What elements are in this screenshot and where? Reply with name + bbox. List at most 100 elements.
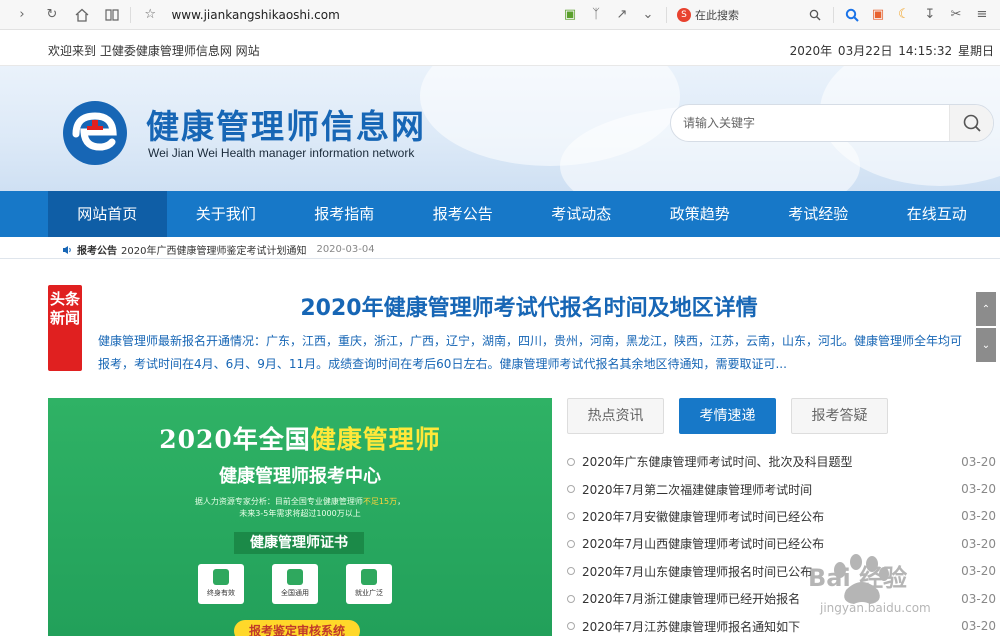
article-title[interactable]: 2020年7月第二次福建健康管理师考试时间 — [582, 481, 812, 498]
article-title[interactable]: 2020年7月浙江健康管理师已经开始报名 — [582, 590, 800, 607]
nav-item[interactable]: 政策趋势 — [641, 191, 760, 237]
news-tab[interactable]: 报考答疑 — [791, 398, 888, 434]
main-nav: 网站首页 关于我们 报考指南 报考公告 考试动态 政策趋势 考试经验 在线互动 — [0, 191, 1000, 237]
article-title[interactable]: 2020年7月山东健康管理师报名时间已公布 — [582, 563, 812, 580]
game-controller-icon[interactable]: ▣ — [870, 7, 886, 23]
download-icon[interactable]: ↧ — [922, 7, 938, 23]
banner-headline: 2020年全国健康管理师 — [48, 420, 552, 456]
banner-card-label: 就业广泛 — [355, 589, 383, 597]
scroll-down-button[interactable]: ⌄ — [976, 328, 996, 362]
banner-headline-prefix: 2020年全国 — [159, 425, 311, 454]
notice-bar: 报考公告 2020年广西健康管理师鉴定考试计划通知 2020-03-04 — [0, 237, 1000, 259]
promo-banner[interactable]: 2020年全国健康管理师 健康管理师报考中心 据人力资源专家分析：目前全国专业健… — [48, 398, 552, 636]
article-item[interactable]: 2020年7月安徽健康管理师考试时间已经公布 03-20 — [567, 503, 1000, 530]
menu-icon[interactable]: ≡ — [974, 7, 990, 23]
news-tab[interactable]: 考情速递 — [679, 398, 776, 434]
banner-note: 据人力资源专家分析：目前全国专业健康管理师不足15万， 未来3-5年需求将超过1… — [194, 497, 406, 518]
article-title[interactable]: 2020年7月安徽健康管理师考试时间已经公布 — [582, 508, 824, 525]
article-list: 2020年广东健康管理师考试时间、批次及科目题型 03-20 2020年7月第二次福… — [567, 448, 1000, 640]
article-date: 03-20 — [961, 454, 996, 469]
reload-icon[interactable]: ↻ — [44, 7, 60, 23]
banner-cards: 终身有效 全国通用 就业广泛 — [198, 564, 392, 604]
blue-search-icon[interactable] — [844, 7, 860, 23]
banner-ribbon: 健康管理师证书 — [234, 532, 364, 554]
article-date: 03-20 — [961, 536, 996, 551]
headline-title[interactable]: 2020年健康管理师考试代报名时间及地区详情 — [96, 290, 962, 322]
sogou-icon: S — [677, 7, 691, 22]
banner-note-red: 不足15万 — [362, 497, 398, 506]
article-date: 03-20 — [961, 564, 996, 579]
banner-headline-highlight: 健康管理师 — [310, 425, 441, 454]
article-title[interactable]: 2020年7月江苏健康管理师报名通知如下 — [582, 618, 800, 635]
headline-summary: 健康管理师最新报名开通情况：广东，江西，重庆，浙江，广西，辽宁，湖南，四川，贵州… — [98, 334, 963, 371]
scroll-up-button[interactable]: ⌃ — [976, 292, 996, 326]
nav-item[interactable]: 考试动态 — [522, 191, 641, 237]
banner-subheadline: 健康管理师报考中心 — [219, 466, 381, 487]
notice-link[interactable]: 2020年广西健康管理师鉴定考试计划通知 — [121, 242, 306, 257]
article-date: 03-20 — [961, 509, 996, 524]
book-icon[interactable]: ▣ — [562, 7, 578, 23]
article-date: 03-20 — [961, 619, 996, 634]
banner-note-line2: 未来3-5年需求将超过1000万以上 — [239, 509, 361, 518]
nav-item[interactable]: 在线互动 — [878, 191, 997, 237]
magnifier-icon — [963, 114, 981, 132]
article-item[interactable]: 2020年广东健康管理师考试时间、批次及科目题型 03-20 — [567, 448, 1000, 475]
article-item[interactable]: 2020年7月山东健康管理师报名时间已公布 03-20 — [567, 558, 1000, 585]
article-item[interactable]: 2020年7月浙江健康管理师已经开始报名 03-20 — [567, 585, 1000, 612]
home-icon[interactable] — [74, 7, 90, 23]
article-title[interactable]: 2020年广东健康管理师考试时间、批次及科目题型 — [582, 453, 853, 470]
lightning-icon[interactable]: ᛉ — [588, 7, 604, 23]
banner-card: 全国通用 — [272, 564, 318, 604]
search-input[interactable] — [683, 105, 943, 141]
bullet-icon — [567, 457, 575, 466]
browser-search-placeholder: 在此搜索 — [695, 8, 739, 22]
article-date: 03-20 — [961, 482, 996, 497]
site-search — [670, 104, 994, 142]
bullet-icon — [567, 539, 575, 548]
nav-item[interactable]: 网站首页 — [48, 191, 167, 237]
site-title: 健康管理师信息网 — [146, 107, 426, 146]
article-title[interactable]: 2020年7月山西健康管理师考试时间已经公布 — [582, 535, 824, 552]
banner-card: 就业广泛 — [346, 564, 392, 604]
news-tabs: 热点资讯 考情速递 报考答疑 — [567, 398, 888, 434]
banner-card: 终身有效 — [198, 564, 244, 604]
share-icon[interactable]: ↗ — [614, 7, 630, 23]
headline-badge: 头条新闻 — [48, 285, 82, 371]
badge-icon — [213, 569, 229, 585]
bullet-icon — [567, 622, 575, 631]
notice-date: 2020-03-04 — [316, 244, 375, 255]
search-icon[interactable] — [807, 7, 823, 23]
site-logo-icon[interactable] — [62, 100, 128, 166]
bullet-icon — [567, 594, 575, 603]
nav-item[interactable]: 关于我们 — [167, 191, 286, 237]
article-item[interactable]: 2020年7月山西健康管理师考试时间已经公布 03-20 — [567, 530, 1000, 557]
banner-card-label: 终身有效 — [207, 589, 235, 597]
badge-icon — [361, 569, 377, 585]
article-item[interactable]: 2020年7月第二次福建健康管理师考试时间 03-20 — [567, 475, 1000, 502]
news-tab[interactable]: 热点资讯 — [567, 398, 664, 434]
night-mode-icon[interactable]: ☾ — [896, 7, 912, 23]
back-arrow-icon[interactable]: › — [14, 7, 30, 23]
search-button[interactable] — [949, 105, 993, 141]
date-time: 2020年 03月22日 14:15:32 星期日 — [789, 44, 994, 58]
browser-search[interactable]: S 在此搜索 — [677, 7, 797, 23]
nav-item[interactable]: 报考公告 — [404, 191, 523, 237]
site-header: 健康管理师信息网 Wei Jian Wei Health manager inf… — [0, 66, 1000, 191]
badge-icon — [287, 569, 303, 585]
address-bar[interactable]: www.jiankangshikaoshi.com — [171, 8, 562, 22]
speaker-icon — [63, 245, 71, 254]
top-strip: 欢迎来到 卫健委健康管理师信息网 网站 2020年 03月22日 14:15:3… — [0, 30, 1000, 66]
chevron-down-icon[interactable]: ⌄ — [640, 7, 656, 23]
banner-card-label: 全国通用 — [281, 589, 309, 597]
notice-tag: 报考公告 — [77, 246, 117, 257]
welcome-text: 欢迎来到 卫健委健康管理师信息网 网站 — [48, 44, 260, 58]
site-subtitle: Wei Jian Wei Health manager information … — [148, 146, 415, 160]
scissors-icon[interactable]: ✂ — [948, 7, 964, 23]
reading-mode-icon[interactable] — [104, 7, 120, 23]
banner-cta-button[interactable]: 报考鉴定审核系统 — [234, 620, 360, 636]
bullet-icon — [567, 567, 575, 576]
favorite-star-icon[interactable]: ☆ — [143, 7, 158, 23]
nav-item[interactable]: 考试经验 — [759, 191, 878, 237]
nav-item[interactable]: 报考指南 — [285, 191, 404, 237]
side-scroll-control: ⌃ ⌄ — [976, 292, 996, 364]
